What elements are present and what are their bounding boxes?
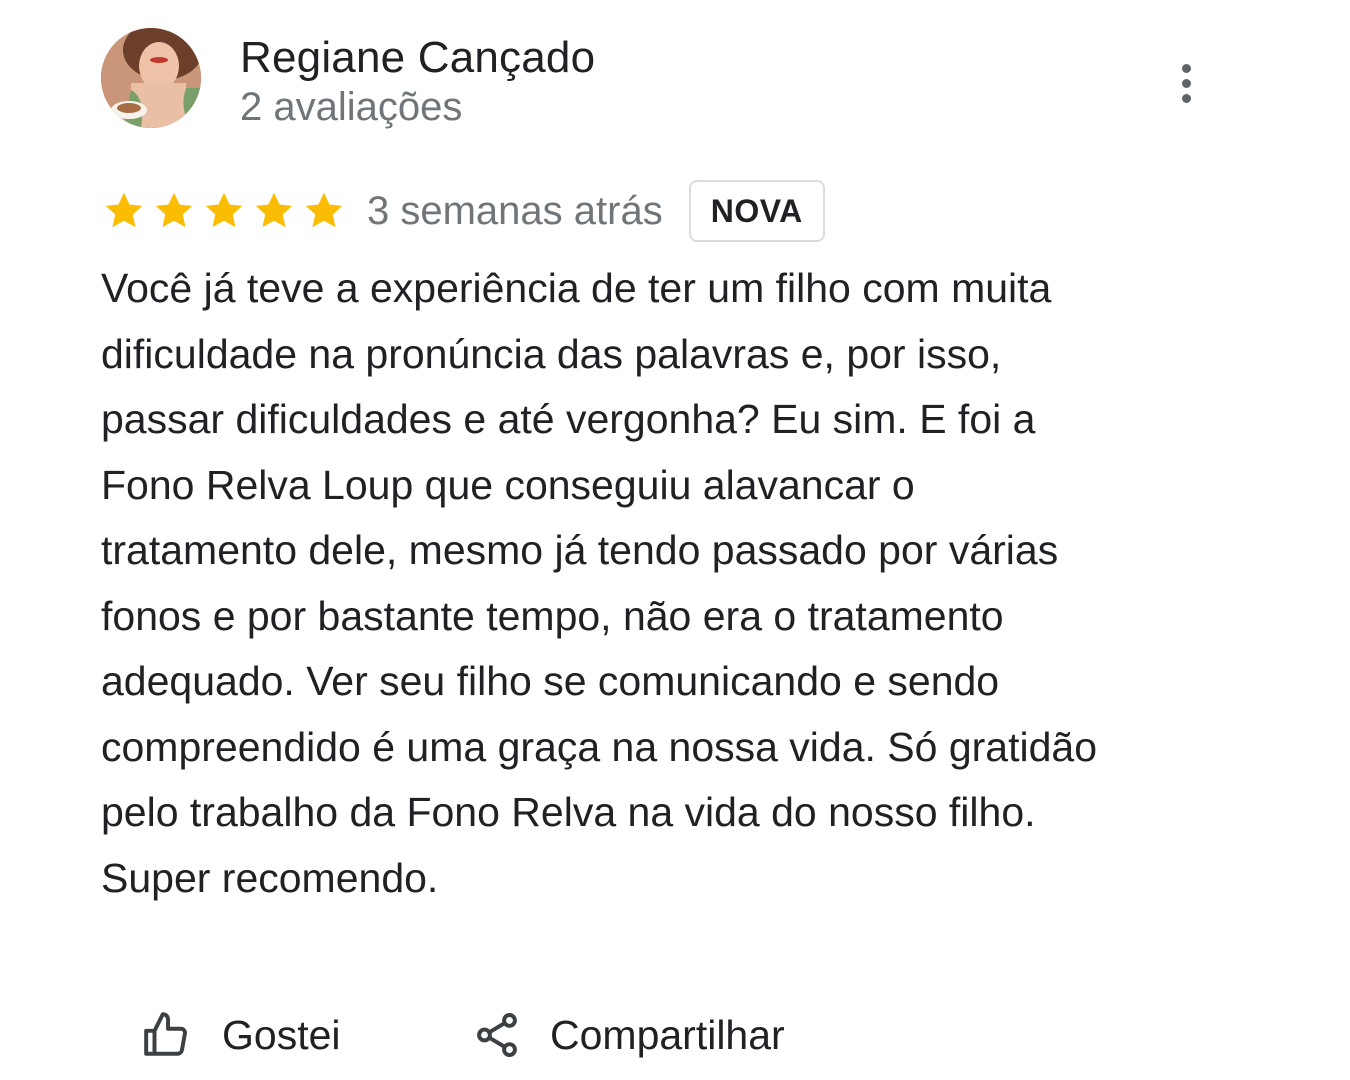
reviewer-review-count[interactable]: 2 avaliações [240,84,462,130]
review-text-line: tratamento dele, mesmo já tendo passado … [101,527,1059,573]
review-text-line: passar dificuldades e até vergonha? Eu s… [101,396,1036,442]
review-text-line: adequado. Ver seu filho se comunicando e… [101,658,1000,704]
rating-row: 3 semanas atrás NOVA [101,178,825,244]
share-label: Compartilhar [550,1012,785,1058]
thumbs-up-icon [144,1012,187,1056]
star-rating [101,188,347,234]
star-icon [105,192,143,228]
share-icon [477,1013,517,1057]
review-text: Você já teve a experiência de ter um fil… [101,256,1241,911]
more-vert-icon-dot-2 [1181,78,1191,88]
avatar-photo [101,28,201,128]
more-vert-icon-dot-3 [1181,93,1191,103]
review-text-line: fonos e por bastante tempo, não era o tr… [101,592,1004,639]
review-actions: Gostei Compartilhar [140,1000,785,1070]
like-label: Gostei [222,1012,341,1058]
like-button[interactable]: Gostei [140,1010,400,1060]
star-icon [205,192,243,228]
review-text-line: Fono Relva Loup que conseguiu alavancar … [101,461,915,508]
review-date: 3 semanas atrás [367,189,663,233]
review-card: Regiane Cançado 2 avaliações 3 semanas a… [0,0,1350,1080]
review-text-line: pelo trabalho da Fono Relva na vida do n… [101,789,1036,835]
reviewer-name[interactable]: Regiane Cançado [240,33,595,83]
star-icon [255,192,293,228]
share-button[interactable]: Compartilhar [472,1010,785,1060]
more-options-button[interactable] [1166,58,1206,108]
star-icon [155,192,193,228]
review-text-line: Você já teve a experiência de ter um fil… [101,265,1052,311]
more-vert-icon [1181,63,1191,73]
star-icon [305,192,343,228]
new-badge: NOVA [688,180,825,242]
review-text-line: compreendido é uma graça na nossa vida. … [101,723,1098,770]
review-text-line: dificuldade na pronúncia das palavras e,… [101,330,1002,377]
avatar[interactable] [101,28,201,128]
review-text-line: Super recomendo. [101,854,439,901]
